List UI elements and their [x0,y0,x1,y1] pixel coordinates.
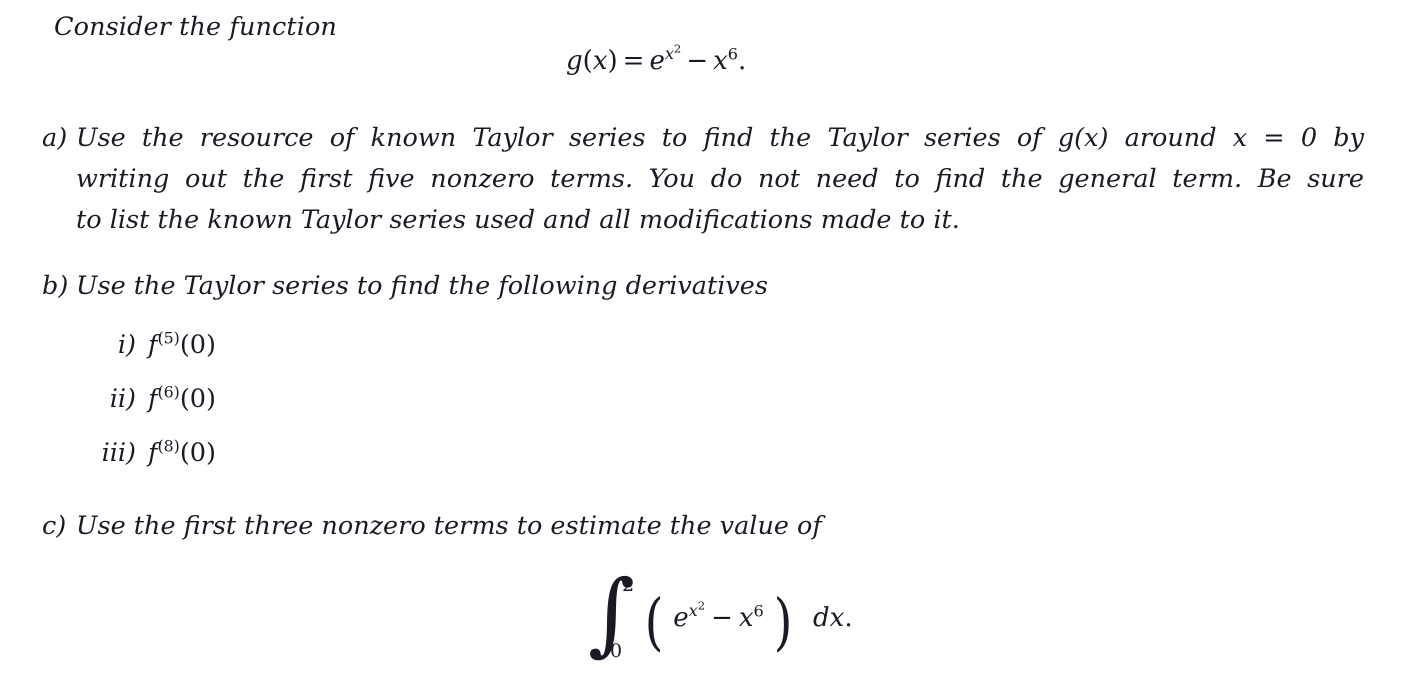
equation1-open-paren: ( [582,46,593,76]
equation1-minus-sign: − [686,46,709,76]
list-item-c-line-1: Use the first three nonzero terms to est… [76,511,822,541]
equation1-close-paren: ) [607,46,618,76]
equation1-function-name: g [566,46,583,76]
list-item-c-body: Use the first three nonzero terms to est… [76,506,1036,547]
display-equation-definite-integral: ∫ 2 0 ( ex2− x6 ) dx. [588,561,853,666]
sublist-iii-argument: (0) [179,438,216,468]
equation2-minus-sign: − [711,603,733,633]
display-equation-function-definition: g(x) = ex2− x6. [566,43,747,76]
intro-text: Consider the function [54,12,337,42]
differential-dx: dx [813,603,845,633]
equation2-exp-sup-exponent: 2 [697,598,706,613]
list-item-b-body: Use the Taylor series to find the follow… [76,266,1036,307]
list-item-b-marker: b) [42,271,69,301]
sublist-item-iii-marker: iii) [101,438,136,468]
list-item-a-body: Use the resource of known Taylor series … [76,118,1364,241]
equation1-term2-exponent: 6 [727,44,739,64]
equation2-exp-sup-base: x [688,601,698,621]
sublist-item-ii: ii) f(6)(0) [88,384,216,414]
sublist-item-ii-marker: ii) [109,384,136,414]
list-item-a-line-2: writing out the first five nonzero terms… [76,164,1364,194]
equation2-term2-exponent: 6 [753,601,764,621]
list-item-b: b) Use the Taylor series to find the fol… [42,266,1042,307]
equation1-period: . [738,46,747,76]
sublist-item-ii-expression: f(6)(0) [148,384,216,414]
sublist-item-i: i) f(5)(0) [88,330,216,360]
sublist-item-iii: iii) f(8)(0) [88,438,216,468]
sublist-item-iii-expression: f(8)(0) [148,438,216,468]
equation1-equals-sign: = [622,46,645,76]
list-item-a: a) Use the resource of known Taylor seri… [42,118,1372,241]
sublist-ii-argument: (0) [179,384,216,414]
integral-upper-limit: 2 [622,574,635,596]
equation1-exp-base: e [649,46,665,76]
list-item-a-line-1: Use the resource of known Taylor series … [76,123,1364,153]
equation2-term2-base: x [738,603,754,633]
integrand-expression: ex2− x6 [666,600,771,633]
equation1-exp-sup-base: x [664,44,674,64]
equation1-term2-base: x [713,46,728,76]
integral-group: ∫ 2 0 [588,568,642,664]
list-item-c: c) Use the first three nonzero terms to … [42,506,1042,547]
sublist-item-i-marker: i) [117,330,136,360]
equation2-exp-base: e [673,603,689,633]
sublist-i-derivative-order: (5) [157,328,180,348]
list-item-a-marker: a) [42,123,68,153]
sublist-ii-derivative-order: (6) [157,382,180,402]
list-item-b-line-1: Use the Taylor series to find the follow… [76,271,768,301]
list-item-a-line-3: to list the known Taylor series used and… [76,205,960,235]
integral-lower-limit: 0 [610,640,623,662]
sublist-item-i-expression: f(5)(0) [148,330,216,360]
equation2-period: . [844,603,853,633]
equation1-variable: x [592,46,608,76]
sublist-iii-derivative-order: (8) [157,436,180,456]
document-page: Consider the function g(x) = ex2− x6. a) Us… [0,0,1418,698]
list-item-c-marker: c) [42,511,67,541]
sublist-i-argument: (0) [179,330,216,360]
